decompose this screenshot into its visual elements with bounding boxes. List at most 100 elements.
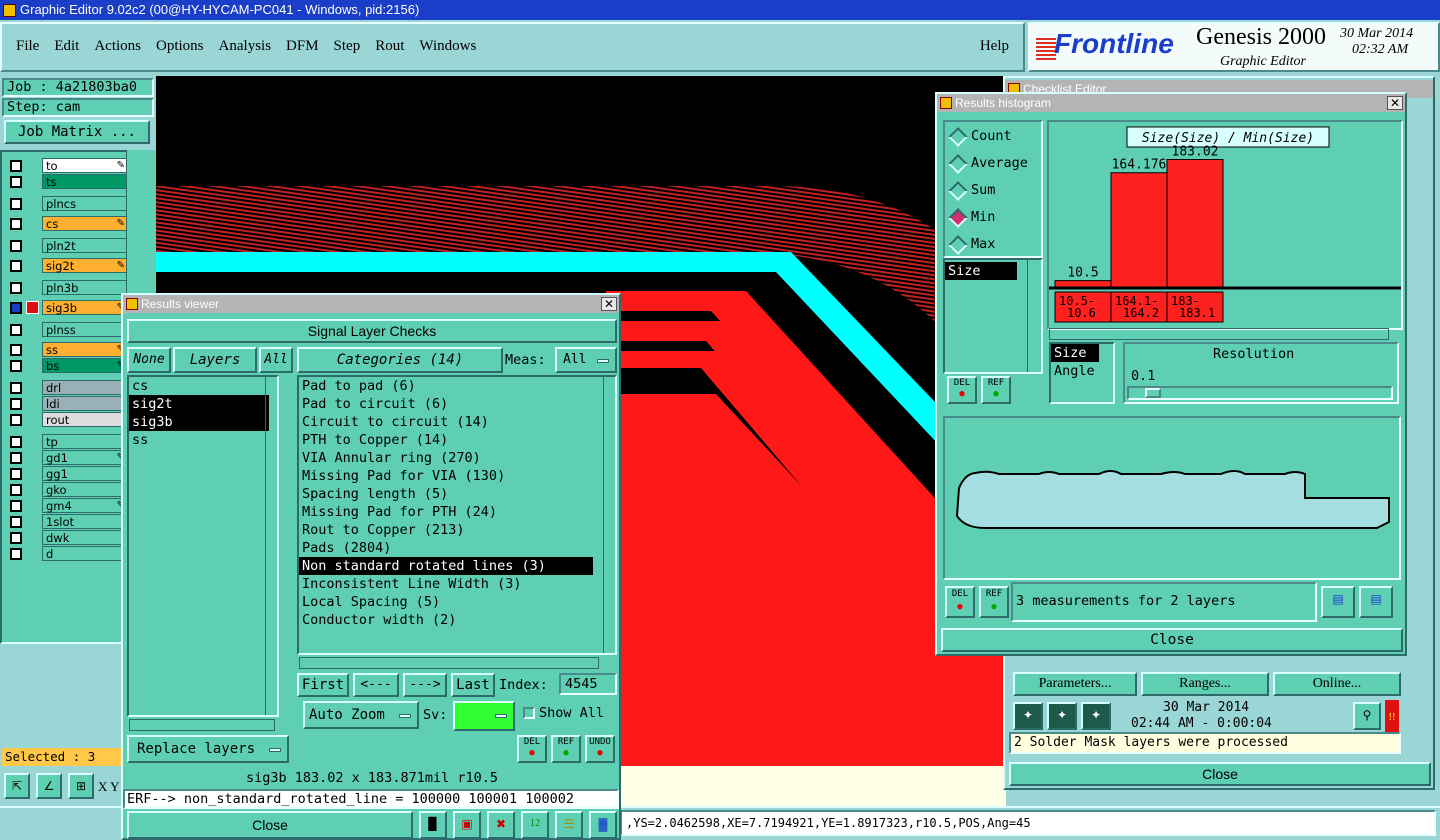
last-button[interactable]: Last	[451, 673, 495, 697]
menu-help[interactable]: Help	[980, 38, 1009, 55]
radio-icon[interactable]	[948, 208, 968, 228]
histogram-bar[interactable]	[1166, 159, 1224, 289]
layer-name[interactable]: to ✎	[42, 158, 130, 173]
menu-analysis[interactable]: Analysis	[219, 38, 272, 54]
layer-checkbox[interactable]	[10, 436, 22, 448]
layer-checkbox[interactable]	[10, 382, 22, 394]
menu-options[interactable]: Options	[156, 38, 204, 54]
layer-name[interactable]: ss✎	[42, 342, 130, 357]
category-item[interactable]: Non standard rotated lines (3)	[299, 557, 593, 575]
histogram-close-button[interactable]: Close	[941, 628, 1403, 652]
resolution-slider-thumb[interactable]	[1145, 388, 1161, 398]
ranges-button[interactable]: Ranges...	[1141, 672, 1269, 696]
category-item[interactable]: PTH to Copper (14)	[299, 431, 593, 449]
layer-name[interactable]: cs ✎	[42, 216, 130, 231]
auto-zoom-dropdown[interactable]: Auto Zoom	[303, 701, 419, 729]
viewer-close-button[interactable]: Close	[127, 811, 413, 839]
layer-name[interactable]: ts	[42, 174, 130, 189]
layer-checkbox[interactable]	[10, 360, 22, 372]
category-item[interactable]: Inconsistent Line Width (3)	[299, 575, 593, 593]
layers-none-button[interactable]: None	[127, 347, 171, 373]
online-button[interactable]: Online...	[1273, 672, 1401, 696]
viewer-undo-button[interactable]: UNDO ●	[585, 735, 615, 763]
category-item[interactable]: Circuit to circuit (14)	[299, 413, 593, 431]
histogram-hscrollbar[interactable]	[1049, 328, 1389, 340]
import-icon[interactable]: ▤	[1359, 586, 1393, 618]
layer-name[interactable]: rout	[42, 412, 130, 427]
meas-dropdown[interactable]: All	[555, 347, 617, 373]
measure-tool-icon[interactable]: ∠	[36, 773, 62, 799]
show-all-checkbox[interactable]	[523, 707, 535, 719]
layer-checkbox[interactable]	[10, 160, 22, 172]
radio-icon[interactable]	[948, 235, 968, 255]
viewer-ref-button[interactable]: REF ●	[551, 735, 581, 763]
category-item[interactable]: Spacing length (5)	[299, 485, 593, 503]
prev-button[interactable]: <---	[353, 673, 399, 697]
layer-checkbox[interactable]	[10, 198, 22, 210]
next-button[interactable]: --->	[403, 673, 447, 697]
category-item[interactable]: Pad to circuit (6)	[299, 395, 593, 413]
layer-checkbox[interactable]	[10, 260, 22, 272]
layer-name[interactable]: dwk	[42, 530, 130, 545]
zoom-icon[interactable]: ⚲	[1353, 702, 1381, 730]
layer-checkbox[interactable]	[10, 240, 22, 252]
category-item[interactable]: Local Spacing (5)	[299, 593, 593, 611]
layer-checkbox[interactable]	[10, 414, 22, 426]
histogram-ref-button[interactable]: REF ●	[979, 586, 1009, 618]
results-layer-item[interactable]: cs	[129, 377, 269, 395]
category-item[interactable]: Pads (2804)	[299, 539, 593, 557]
replace-layers-dropdown[interactable]: Replace layers	[127, 735, 289, 763]
stat-option-min[interactable]: Min	[945, 207, 1041, 229]
results-layer-item[interactable]: sig3b	[129, 413, 269, 431]
layer-checkbox[interactable]	[10, 176, 22, 188]
profile-icon[interactable]: ▉	[419, 811, 447, 839]
menu-windows[interactable]: Windows	[419, 38, 476, 54]
layer-name[interactable]: gd1✎	[42, 450, 130, 465]
layer-name[interactable]: tp	[42, 434, 130, 449]
snap-grid-icon[interactable]: ⊞	[68, 773, 94, 799]
layer-name[interactable]: pln3b	[42, 280, 130, 295]
stat-option-average[interactable]: Average	[945, 153, 1041, 175]
category-item[interactable]: Missing Pad for PTH (24)	[299, 503, 593, 521]
layer-checkbox[interactable]	[10, 516, 22, 528]
delete-results-icon[interactable]: ✖	[487, 811, 515, 839]
histogram-ref-button-top[interactable]: REF ●	[981, 376, 1011, 404]
layer-name[interactable]: ldi	[42, 396, 130, 411]
menu-edit[interactable]: Edit	[54, 38, 79, 54]
job-matrix-button[interactable]: Job Matrix ...	[4, 120, 150, 144]
layer-name[interactable]: gko	[42, 482, 130, 497]
attribute-item[interactable]: Size	[945, 262, 1017, 280]
layer-checkbox[interactable]	[10, 302, 22, 314]
layer-name[interactable]: plnss	[42, 322, 130, 337]
layer-checkbox[interactable]	[10, 452, 22, 464]
menu-rout[interactable]: Rout	[375, 38, 404, 54]
export-icon[interactable]: ▤	[1321, 586, 1355, 618]
layer-checkbox[interactable]	[10, 532, 22, 544]
layer-checkbox[interactable]	[10, 548, 22, 560]
layer-name[interactable]: sig2t ✎	[42, 258, 130, 273]
menu-dfm[interactable]: DFM	[286, 38, 319, 54]
layer-name[interactable]: pln2t	[42, 238, 130, 253]
category-item[interactable]: VIA Annular ring (270)	[299, 449, 593, 467]
parameters-button[interactable]: Parameters...	[1013, 672, 1137, 696]
select-tool-icon[interactable]: ⇱	[4, 773, 30, 799]
category-item[interactable]: Rout to Copper (213)	[299, 521, 593, 539]
sv-color-dropdown[interactable]	[453, 701, 515, 731]
run-all-icon[interactable]: ✦	[1047, 702, 1077, 730]
layer-name[interactable]: gg1	[42, 466, 130, 481]
radio-icon[interactable]	[948, 181, 968, 201]
param-item[interactable]: Size	[1051, 344, 1099, 362]
stat-option-sum[interactable]: Sum	[945, 180, 1041, 202]
category-hscroll[interactable]	[299, 657, 599, 669]
histogram-icon[interactable]: ▓	[589, 811, 617, 839]
first-button[interactable]: First	[297, 673, 349, 697]
histogram-del-button-top[interactable]: DEL ●	[947, 376, 977, 404]
run-selected-icon[interactable]: ✦	[1081, 702, 1111, 730]
index-input[interactable]: 4545	[559, 673, 617, 695]
layer-checkbox[interactable]	[10, 218, 22, 230]
resolution-slider[interactable]	[1127, 386, 1393, 400]
checklist-close-button[interactable]: Close	[1009, 762, 1431, 786]
layers-all-button[interactable]: All	[259, 347, 293, 373]
run-icon[interactable]: ✦	[1013, 702, 1043, 730]
layer-name[interactable]: 1slot	[42, 514, 130, 529]
